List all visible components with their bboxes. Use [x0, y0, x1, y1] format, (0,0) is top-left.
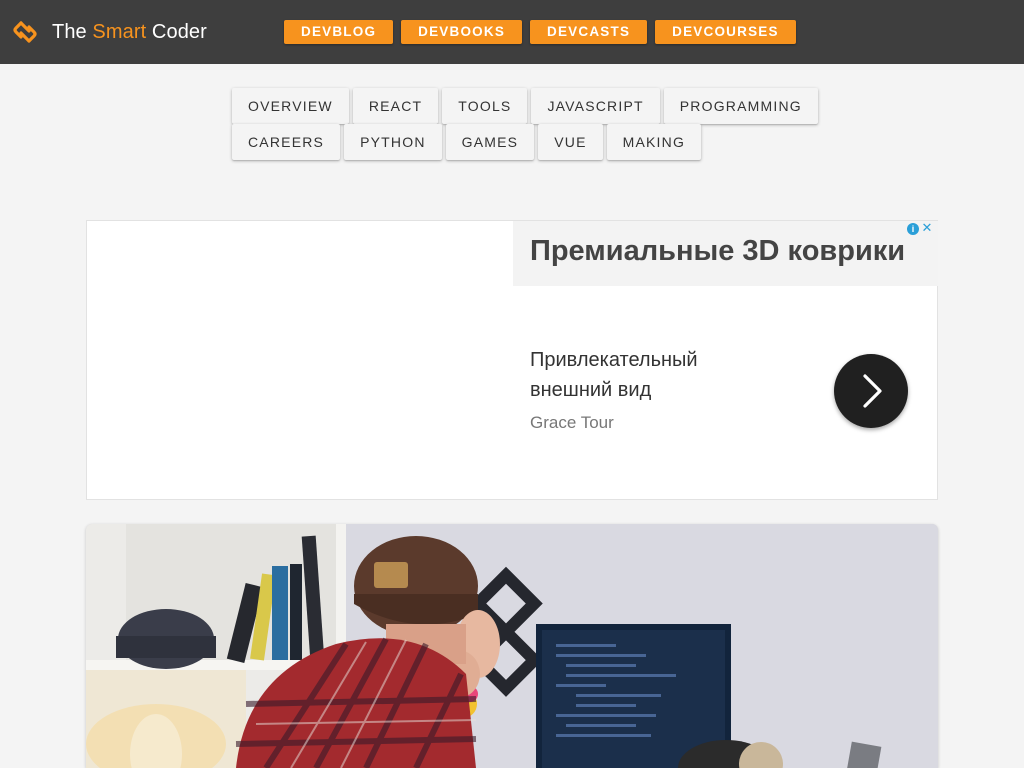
ad-info-icon[interactable]: i [907, 223, 919, 235]
ad-open-button[interactable] [834, 354, 908, 428]
ad-headline[interactable]: Премиальные 3D коврики [530, 235, 905, 268]
ad-body-text: Привлекательный внешний вид [530, 349, 698, 401]
hero-photo [86, 524, 938, 768]
category-careers[interactable]: CAREERS [232, 124, 341, 160]
nav-devcourses-button[interactable]: DEVCOURSES [655, 20, 796, 44]
brand-name: The Smart Coder [52, 20, 207, 43]
top-nav: DEVBLOG DEVBOOKS DEVCASTS DEVCOURSES [284, 20, 804, 44]
category-making[interactable]: MAKING [606, 124, 702, 160]
category-overview[interactable]: OVERVIEW [232, 88, 349, 124]
ad-close-icon[interactable]: ✕ [921, 221, 933, 235]
nav-devcasts-button[interactable]: DEVCASTS [530, 20, 648, 44]
nav-devblog-button[interactable]: DEVBLOG [284, 20, 394, 44]
ad-banner[interactable]: Премиальные 3D коврики i ✕ Привлекательн… [86, 220, 938, 500]
category-tools[interactable]: TOOLS [442, 88, 528, 124]
ad-advertiser: Grace Tour [530, 413, 614, 432]
category-react[interactable]: REACT [352, 88, 439, 124]
ad-headline-box: Премиальные 3D коврики [513, 221, 938, 286]
top-navbar: The Smart Coder DEVBLOG DEVBOOKS DEVCAST… [0, 0, 1024, 64]
category-nav: OVERVIEW REACT TOOLS JAVASCRIPT PROGRAMM… [232, 88, 818, 160]
chevron-right-icon [863, 374, 882, 408]
category-programming[interactable]: PROGRAMMING [663, 88, 818, 124]
logo-icon [13, 21, 37, 43]
nav-devbooks-button[interactable]: DEVBOOKS [401, 20, 523, 44]
hero-image[interactable] [86, 524, 938, 768]
category-row: CAREERS PYTHON GAMES VUE MAKING [232, 124, 792, 160]
brand-link[interactable]: The Smart Coder [12, 18, 207, 46]
category-vue[interactable]: VUE [538, 124, 603, 160]
category-python[interactable]: PYTHON [344, 124, 442, 160]
category-games[interactable]: GAMES [445, 124, 535, 160]
category-javascript[interactable]: JAVASCRIPT [531, 88, 660, 124]
category-row: OVERVIEW REACT TOOLS JAVASCRIPT PROGRAMM… [232, 88, 818, 124]
